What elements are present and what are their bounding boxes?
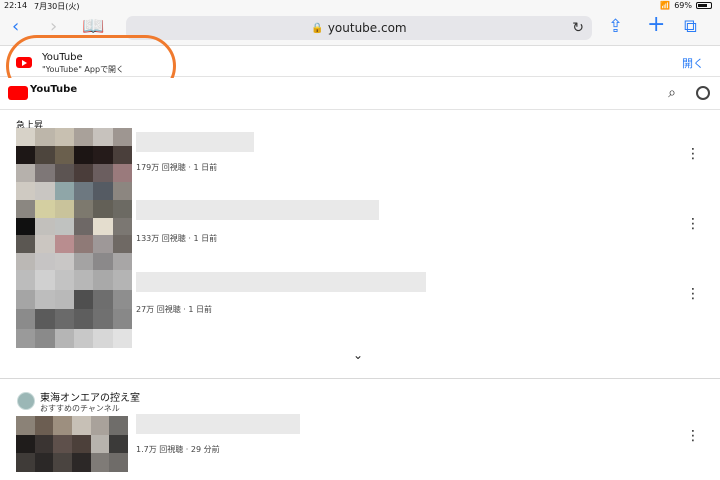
lock-icon: 🔒 <box>311 22 324 34</box>
wifi-icon: 📶 <box>660 1 671 10</box>
video-thumbnail[interactable] <box>16 128 132 200</box>
status-right: 📶 69% <box>660 1 712 10</box>
video-meta: 1.7万 回視聴 · 29 分前 <box>136 445 220 454</box>
more-options-icon[interactable]: ⋮ <box>686 428 700 444</box>
video-title[interactable] <box>136 414 300 434</box>
more-options-icon[interactable]: ⋮ <box>686 216 700 232</box>
more-options-icon[interactable]: ⋮ <box>686 146 700 162</box>
channel-subtitle: おすすめのチャンネル <box>40 404 120 413</box>
reload-icon[interactable]: ↻ <box>572 20 584 36</box>
youtube-logo[interactable] <box>8 86 28 100</box>
youtube-header: YouTube ⌕ <box>0 78 720 110</box>
tabs-icon[interactable]: ⧉ <box>684 16 697 37</box>
channel-avatar[interactable] <box>17 392 35 410</box>
video-title[interactable] <box>136 200 379 220</box>
open-in-app-button[interactable]: 開く <box>682 55 704 71</box>
status-time: 22:14 <box>4 1 28 10</box>
video-thumbnail[interactable] <box>16 200 132 270</box>
search-icon[interactable]: ⌕ <box>668 85 676 101</box>
forward-icon[interactable]: › <box>50 16 57 37</box>
battery-percent: 69% <box>674 1 692 10</box>
new-tab-icon[interactable]: + <box>647 12 665 37</box>
youtube-logo-text: YouTube <box>30 84 78 95</box>
section-divider <box>0 378 720 379</box>
more-options-icon[interactable]: ⋮ <box>686 286 700 302</box>
chevron-down-icon[interactable]: ⌄ <box>353 348 363 362</box>
status-bar: 22:14 7月30日(火) 📶 69% <box>0 0 720 12</box>
video-thumbnail[interactable] <box>16 270 132 348</box>
url-text: youtube.com <box>327 21 407 35</box>
battery-icon <box>696 2 712 9</box>
video-meta: 133万 回視聴 · 1 日前 <box>136 234 218 243</box>
video-meta: 179万 回視聴 · 1 日前 <box>136 163 218 172</box>
video-meta: 27万 回視聴 · 1 日前 <box>136 305 212 314</box>
video-title[interactable] <box>136 272 426 292</box>
bookmarks-icon[interactable]: 📖 <box>82 16 104 37</box>
video-thumbnail[interactable] <box>16 416 128 472</box>
channel-name[interactable]: 東海オンエアの控え室 <box>40 389 140 404</box>
share-icon[interactable]: ⇪ <box>608 16 623 37</box>
address-bar[interactable]: 🔒 youtube.com ↻ <box>126 16 592 40</box>
account-icon[interactable] <box>696 86 710 100</box>
status-date: 7月30日(火) <box>34 2 80 11</box>
video-title[interactable] <box>136 132 254 152</box>
back-icon[interactable]: ‹ <box>12 16 19 37</box>
